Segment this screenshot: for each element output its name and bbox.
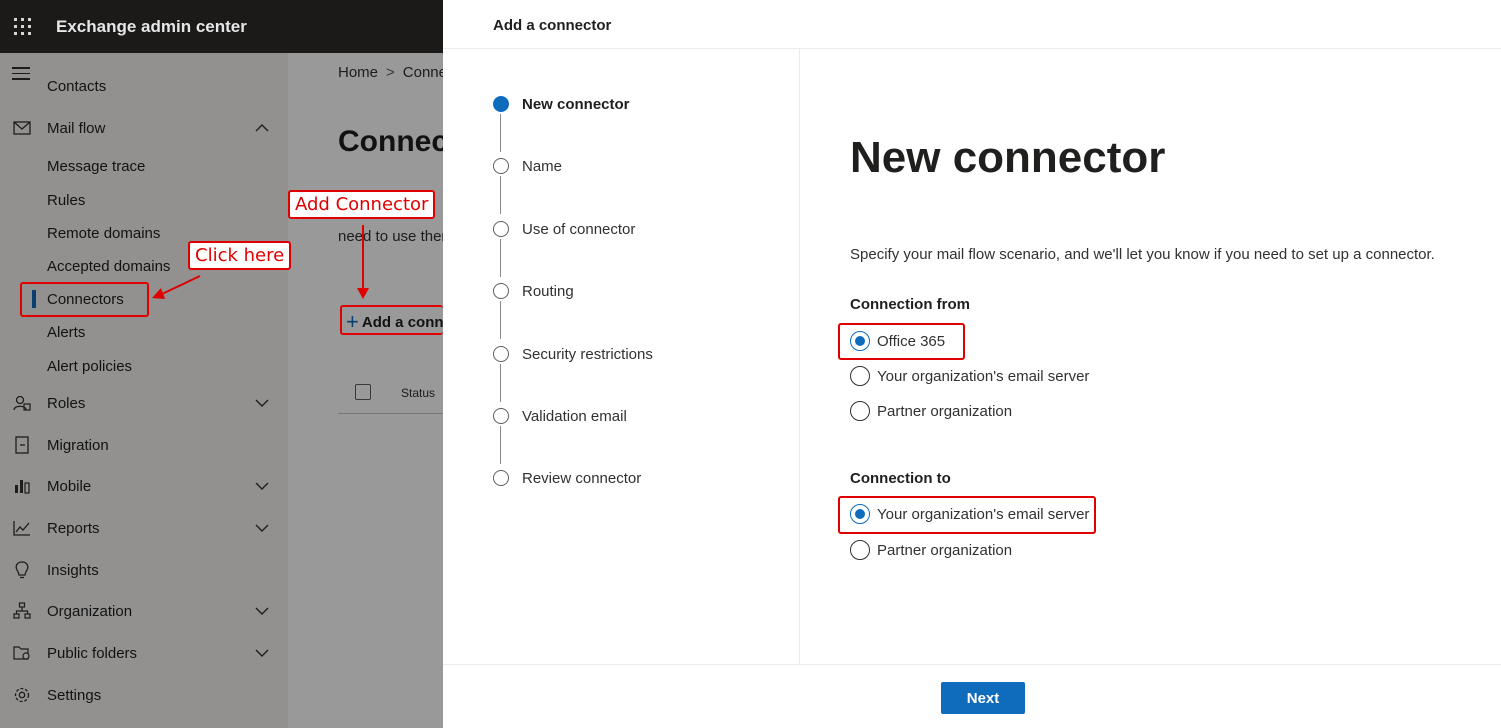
panel-header: Add a connector xyxy=(443,0,1501,49)
radio-unchecked-icon xyxy=(850,366,870,386)
step-label: Validation email xyxy=(522,407,627,425)
radio-label: Partner organization xyxy=(877,541,1013,559)
step-indicator xyxy=(493,346,509,362)
annotation-click-here: Click here xyxy=(188,241,292,270)
highlight-organization-email-server xyxy=(838,496,1096,534)
step-connector-line xyxy=(500,301,501,339)
step-label: Security restrictions xyxy=(522,345,653,363)
radio-to-partner-organization[interactable]: Partner organization xyxy=(850,539,1012,561)
highlight-office-365 xyxy=(838,323,965,360)
step-connector-line xyxy=(500,239,501,277)
step-name[interactable]: Name xyxy=(493,156,562,176)
step-indicator xyxy=(493,221,509,237)
step-label: Name xyxy=(522,157,563,175)
step-connector-line xyxy=(500,364,501,402)
add-connector-panel: Add a connector New connector Name Use o… xyxy=(443,0,1501,728)
highlight-connectors xyxy=(20,282,149,317)
radio-label: Your organization's email server xyxy=(877,367,1090,385)
step-routing[interactable]: Routing xyxy=(493,281,574,301)
app-launcher-icon[interactable] xyxy=(0,0,44,53)
steps-divider xyxy=(799,49,800,665)
step-indicator xyxy=(493,470,509,486)
step-validation-email[interactable]: Validation email xyxy=(493,406,627,426)
step-review-connector[interactable]: Review connector xyxy=(493,468,641,488)
step-connector-line xyxy=(500,114,501,152)
step-label: Routing xyxy=(522,282,574,300)
step-current-indicator xyxy=(493,96,509,112)
step-description: Specify your mail flow scenario, and we'… xyxy=(850,246,1435,263)
step-indicator xyxy=(493,408,509,424)
modal-overlay[interactable] xyxy=(0,53,443,728)
radio-unchecked-icon xyxy=(850,540,870,560)
step-label: Use of connector xyxy=(522,220,636,238)
step-label: Review connector xyxy=(522,469,642,487)
step-new-connector[interactable]: New connector xyxy=(493,94,630,114)
step-indicator xyxy=(493,158,509,174)
step-connector-line xyxy=(500,176,501,214)
connection-to-title: Connection to xyxy=(850,470,951,487)
highlight-add-connector xyxy=(340,305,443,335)
radio-from-partner-organization[interactable]: Partner organization xyxy=(850,400,1012,422)
next-button[interactable]: Next xyxy=(941,682,1025,714)
radio-unchecked-icon xyxy=(850,401,870,421)
annotation-add-connector: Add Connector xyxy=(288,190,436,219)
panel-footer: Next xyxy=(443,664,1501,728)
app-title: Exchange admin center xyxy=(56,16,247,36)
step-indicator xyxy=(493,283,509,299)
panel-title: Add a connector xyxy=(493,17,612,34)
step-security-restrictions[interactable]: Security restrictions xyxy=(493,344,653,364)
radio-label: Partner organization xyxy=(877,402,1013,420)
step-label: New connector xyxy=(522,95,630,113)
connection-from-title: Connection from xyxy=(850,296,970,313)
step-title: New connector xyxy=(850,133,1166,182)
step-connector-line xyxy=(500,426,501,464)
radio-from-organization-email-server[interactable]: Your organization's email server xyxy=(850,365,1089,387)
step-use-of-connector[interactable]: Use of connector xyxy=(493,219,635,239)
